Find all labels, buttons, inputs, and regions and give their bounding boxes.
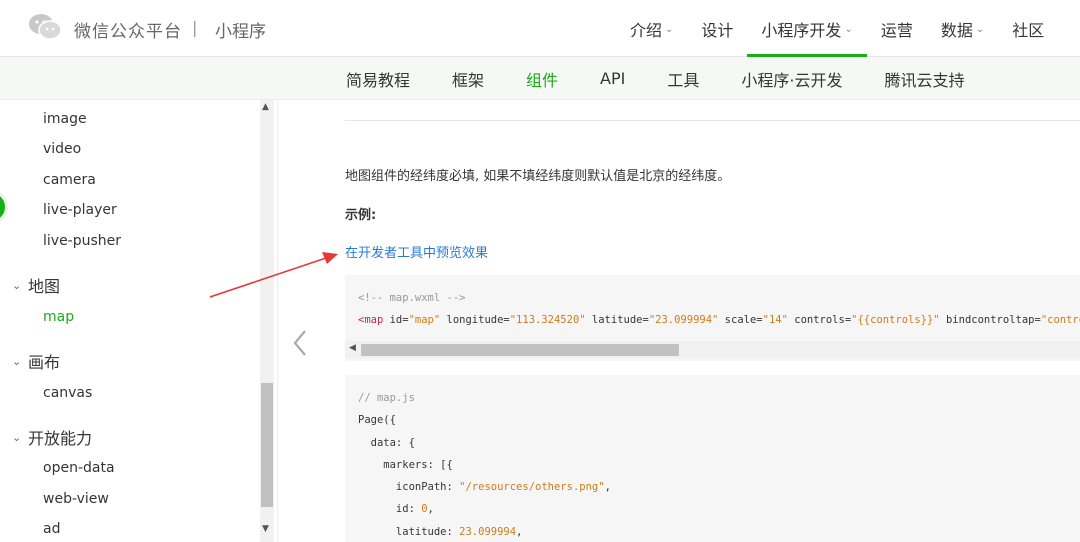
chevron-down-icon: ⌄ (844, 24, 853, 35)
top-nav-label: 介绍 (630, 20, 663, 40)
code-string: "14" (762, 314, 788, 327)
top-nav-item-community[interactable]: 社区 (998, 0, 1058, 57)
sub-nav-components[interactable]: 组件 (505, 57, 579, 100)
code-string: "{{controls}}" (851, 314, 940, 327)
sidebar-item-map[interactable]: map (43, 309, 74, 325)
sidebar-group-label: 开放能力 (28, 429, 93, 448)
chevron-left-icon[interactable] (290, 328, 310, 358)
code-line: Page({ (358, 414, 396, 427)
code-comment: <!-- map.wxml --> (358, 292, 466, 304)
code-key: id: (358, 503, 422, 516)
scroll-up-icon[interactable]: ▲ (262, 102, 269, 112)
code-attr: bindcontroltap= (939, 314, 1041, 327)
top-nav-item-data[interactable]: 数据 ⌄ (927, 0, 998, 57)
code-js: // map.js Page({ data: { markers: [{ ico… (358, 387, 611, 542)
sidebar-item-ad[interactable]: ad (43, 521, 60, 537)
sidebar-item-camera[interactable]: camera (43, 172, 96, 188)
top-nav-label: 运营 (880, 20, 913, 40)
code-string: "map" (408, 314, 441, 327)
code-number: 23.099994 (459, 525, 517, 538)
chevron-down-icon: ⌄ (12, 278, 22, 292)
code-wxml: <!-- map.wxml --> <map id="map" longitud… (358, 287, 1080, 332)
code-punct: , (604, 481, 611, 494)
sidebar-scroll-thumb[interactable] (261, 383, 273, 507)
sub-nav-tencent-cloud[interactable]: 腾讯云支持 (863, 57, 985, 100)
chevron-down-icon: ⌄ (665, 24, 674, 35)
sidebar-group-label: 地图 (28, 277, 61, 296)
code-block-wxml: <!-- map.wxml --> <map id="map" longitud… (345, 275, 1080, 361)
main-content: 地图组件的经纬度必填, 如果不填经纬度则默认值是北京的经纬度。 示例: 在开发者… (345, 100, 1080, 542)
sidebar-item-canvas[interactable]: canvas (43, 385, 92, 401)
preview-in-devtools-link[interactable]: 在开发者工具中预览效果 (345, 242, 488, 261)
top-nav-label: 数据 (940, 20, 973, 40)
brand-title[interactable]: 微信公众平台 (74, 17, 182, 42)
sub-nav-framework[interactable]: 框架 (431, 57, 505, 100)
top-nav-label: 小程序开发 (761, 20, 842, 40)
top-nav-item-intro[interactable]: 介绍 ⌄ (616, 0, 687, 57)
brand-subtitle[interactable]: 小程序 (215, 17, 266, 42)
code-line: markers: [{ (358, 458, 453, 471)
code-attr: controls= (787, 314, 852, 327)
code-line: data: { (358, 436, 415, 449)
sub-nav-tutorial[interactable]: 简易教程 (325, 57, 431, 100)
sidebar-item-live-pusher[interactable]: live-pusher (43, 233, 121, 249)
code-punct: , (427, 503, 434, 516)
sidebar-item-image[interactable]: image (43, 111, 87, 127)
code-punct: , (516, 525, 523, 538)
sidebar-group-canvas[interactable]: ⌄ 画布 (12, 349, 60, 373)
sidebar-group-label: 画布 (28, 353, 61, 372)
code-attr: latitude= (585, 314, 649, 327)
code-string: "/resources/others.png" (459, 481, 605, 494)
top-nav-item-develop[interactable]: 小程序开发 ⌄ (747, 0, 868, 57)
code-comment: // map.js (358, 392, 415, 404)
divider (345, 120, 1080, 121)
code-key: iconPath: (358, 481, 460, 494)
top-nav-label: 设计 (701, 20, 734, 40)
sidebar-group-open[interactable]: ⌄ 开放能力 (12, 425, 92, 449)
wechat-logo-icon[interactable] (28, 12, 62, 42)
code-attr: id= (389, 314, 409, 327)
code-horizontal-scrollbar[interactable]: ◀ (345, 341, 1080, 358)
sub-nav-cloud[interactable]: 小程序·云开发 (720, 57, 863, 100)
chevron-down-icon: ⌄ (975, 24, 985, 35)
top-nav: 介绍 ⌄ 设计 小程序开发 ⌄ 运营 数据 ⌄ 社区 (616, 0, 1058, 57)
code-tag: <map (358, 314, 390, 327)
code-block-js: // map.js Page({ data: { markers: [{ ico… (345, 375, 1080, 542)
sidebar: image video camera live-player live-push… (0, 100, 278, 542)
sub-nav: 简易教程 框架 组件 API 工具 小程序·云开发 腾讯云支持 (325, 57, 985, 100)
sidebar-item-live-player[interactable]: live-player (43, 202, 117, 218)
example-heading: 示例: (345, 208, 377, 223)
code-string: "113.324520" (509, 314, 586, 327)
scroll-left-icon[interactable]: ◀ (349, 343, 356, 353)
sidebar-group-map[interactable]: ⌄ 地图 (12, 273, 60, 297)
sidebar-item-video[interactable]: video (43, 141, 81, 157)
floating-action-button[interactable] (0, 190, 8, 224)
code-attr: longitude= (440, 314, 510, 327)
sub-header: 简易教程 框架 组件 API 工具 小程序·云开发 腾讯云支持 (0, 57, 1080, 100)
top-nav-item-design[interactable]: 设计 (687, 0, 747, 57)
code-string: "23.099994" (648, 314, 719, 327)
code-string: "controltap" (1040, 314, 1080, 327)
code-scroll-thumb[interactable] (361, 344, 679, 356)
sidebar-item-web-view[interactable]: web-view (43, 491, 109, 507)
top-nav-label: 社区 (1012, 20, 1045, 40)
sidebar-item-open-data[interactable]: open-data (43, 460, 115, 476)
chevron-down-icon: ⌄ (12, 354, 22, 368)
top-nav-item-operate[interactable]: 运营 (867, 0, 927, 57)
top-header: 微信公众平台 | 小程序 介绍 ⌄ 设计 小程序开发 ⌄ 运营 数据 ⌄ 社区 (0, 0, 1080, 57)
sub-nav-api[interactable]: API (579, 57, 646, 100)
code-key: latitude: (358, 525, 460, 538)
brand-separator: | (192, 18, 198, 37)
description-text: 地图组件的经纬度必填, 如果不填经纬度则默认值是北京的经纬度。 (345, 169, 731, 184)
code-attr: scale= (718, 314, 763, 327)
sub-nav-tools[interactable]: 工具 (646, 57, 720, 100)
scroll-down-icon[interactable]: ▼ (262, 524, 269, 534)
chevron-down-icon: ⌄ (12, 430, 22, 444)
